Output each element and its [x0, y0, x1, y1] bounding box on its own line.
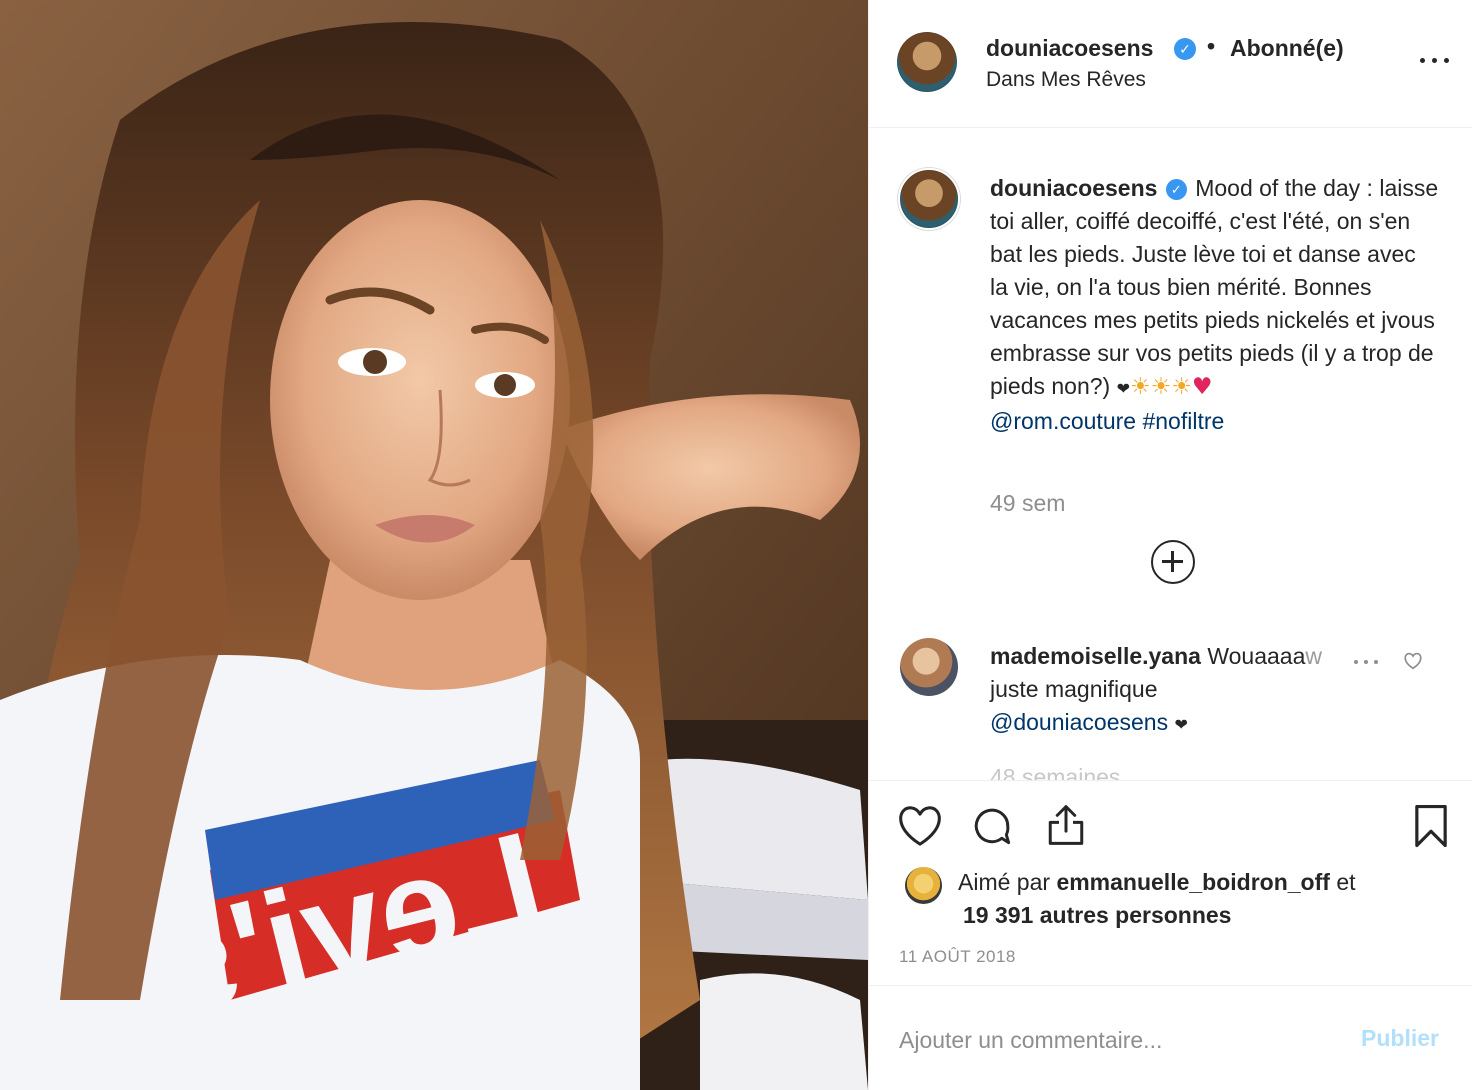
verified-icon: ✓ — [1165, 179, 1187, 200]
likes-count-button[interactable]: 19 391 autres personnes — [963, 899, 1231, 932]
add-circle-icon[interactable] — [1151, 540, 1195, 584]
comment-mention-link[interactable]: @douniacoesens — [990, 709, 1168, 735]
more-options-icon[interactable] — [1417, 48, 1453, 72]
heart-icon[interactable] — [897, 805, 943, 847]
post-side-panel: douniacoesens ✓ • Abonné(e) Dans Mes Rêv… — [868, 0, 1472, 1090]
sun-emoji: ☀ — [1171, 374, 1192, 400]
selfie-image: Levi's — [0, 0, 868, 1090]
comment-like-icon[interactable] — [1403, 652, 1423, 676]
likes-suffix: et — [1336, 869, 1356, 895]
comment-icon[interactable] — [971, 805, 1013, 847]
black-heart-emoji: ❤ — [1116, 379, 1130, 398]
author-username[interactable]: douniacoesens — [986, 35, 1153, 62]
add-comment-input[interactable] — [899, 1022, 1339, 1058]
black-heart-emoji: ❤ — [1174, 715, 1188, 734]
comment-text-line2: juste magnifique — [990, 676, 1158, 702]
separator-dot: • — [1207, 33, 1216, 59]
red-heart-emoji: ♥ — [1191, 374, 1213, 400]
post-caption: douniacoesens ✓ Mood of the day : laisse… — [990, 172, 1440, 438]
commenter-username[interactable]: mademoiselle.yana — [990, 643, 1201, 669]
likes-summary: Aimé par emmanuelle_boidron_off et — [958, 866, 1356, 899]
comment-text: Wouaaaa — [1207, 643, 1306, 669]
verified-icon: ✓ — [1174, 38, 1196, 60]
publish-button[interactable]: Publier — [1361, 1025, 1439, 1052]
post-location[interactable]: Dans Mes Rêves — [986, 68, 1146, 92]
sun-emoji: ☀ — [1130, 374, 1151, 400]
bookmark-icon[interactable] — [1413, 803, 1449, 849]
sun-emoji: ☀ — [1150, 374, 1172, 400]
follow-status-button[interactable]: Abonné(e) — [1230, 35, 1344, 62]
share-icon[interactable] — [1045, 803, 1087, 847]
comment-more-icon[interactable] — [1352, 652, 1384, 672]
post-actions-section: Aimé par emmanuelle_boidron_off et 19 39… — [869, 780, 1472, 986]
post-photo[interactable]: Levi's — [0, 0, 868, 1090]
caption-author-avatar[interactable] — [898, 168, 960, 230]
caption-hashtag-link[interactable]: #nofiltre — [1142, 408, 1224, 434]
likes-prefix: Aimé par — [958, 869, 1051, 895]
caption-mention-link[interactable]: @rom.couture — [990, 408, 1136, 434]
caption-time-ago[interactable]: 49 sem — [990, 490, 1065, 517]
post-date[interactable]: 11 AOÛT 2018 — [899, 947, 1016, 967]
comment-text-faded: w — [1305, 643, 1323, 669]
comment-cut-off-text: 48 semaines — [990, 764, 1121, 780]
caption-text: Mood of the day : laisse toi aller, coif… — [990, 175, 1439, 399]
commenter-avatar[interactable] — [900, 638, 958, 696]
liker-username[interactable]: emmanuelle_boidron_off — [1056, 869, 1329, 895]
liker-avatar[interactable] — [905, 867, 942, 904]
post-header: douniacoesens ✓ • Abonné(e) Dans Mes Rêv… — [869, 0, 1472, 128]
caption-username[interactable]: douniacoesens — [990, 175, 1157, 201]
author-avatar[interactable] — [897, 32, 957, 92]
